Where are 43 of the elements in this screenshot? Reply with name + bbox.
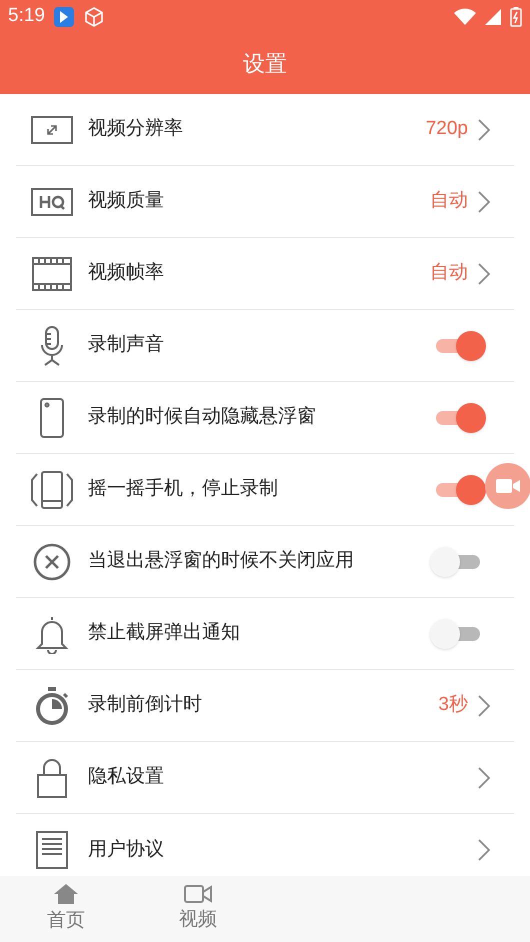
video-camera-icon: [184, 884, 212, 904]
page-title: 设置: [243, 50, 287, 78]
close-circle-icon: [32, 542, 72, 582]
setting-label: 视频质量: [88, 189, 165, 214]
setting-label: 视频分辨率: [88, 117, 184, 142]
setting-label: 摇一摇手机，停止录制: [88, 477, 279, 502]
setting-value: 自动: [430, 189, 468, 214]
chevron-right-icon: [478, 694, 490, 716]
setting-label: 录制的时候自动隐藏悬浮窗: [88, 405, 317, 430]
phone-icon: [39, 396, 65, 438]
chevron-right-icon: [478, 839, 490, 861]
setting-value: 720p: [426, 117, 468, 142]
chevron-right-icon: [478, 190, 490, 212]
cube-icon: [82, 6, 105, 28]
resize-icon: [31, 116, 73, 144]
setting-label: 用户协议: [88, 838, 165, 862]
setting-label: 隐私设置: [88, 765, 165, 790]
setting-value: 3秒: [438, 693, 468, 718]
microphone-icon: [39, 324, 65, 366]
nav-tab[interactable]: 首页: [0, 876, 132, 942]
setting-label: 视频帧率: [88, 261, 165, 286]
setting-value: 自动: [430, 261, 468, 286]
signal-icon: [484, 8, 502, 26]
nav-tab[interactable]: 视频: [132, 876, 264, 942]
stopwatch-icon: [33, 684, 71, 726]
battery-icon: [510, 6, 522, 26]
setting-label: 录制声音: [88, 333, 165, 358]
wifi-icon: [454, 8, 476, 26]
setting-label: 录制前倒计时: [88, 693, 203, 718]
app-icon: [52, 6, 75, 28]
chevron-right-icon: [478, 766, 490, 788]
film-icon: [31, 256, 73, 292]
setting-label: 当退出悬浮窗的时候不关闭应用: [88, 549, 355, 574]
lock-icon: [36, 756, 68, 798]
setting-label: 禁止截屏弹出通知: [88, 621, 241, 646]
hq-icon: [31, 188, 73, 216]
video-camera-icon: [496, 478, 520, 494]
floating-camera-button[interactable]: [485, 463, 530, 509]
chevron-right-icon: [478, 262, 490, 284]
status-time: 5:19: [8, 4, 45, 28]
chevron-right-icon: [478, 118, 490, 140]
document-icon: [35, 830, 69, 870]
home-icon: [53, 882, 79, 905]
